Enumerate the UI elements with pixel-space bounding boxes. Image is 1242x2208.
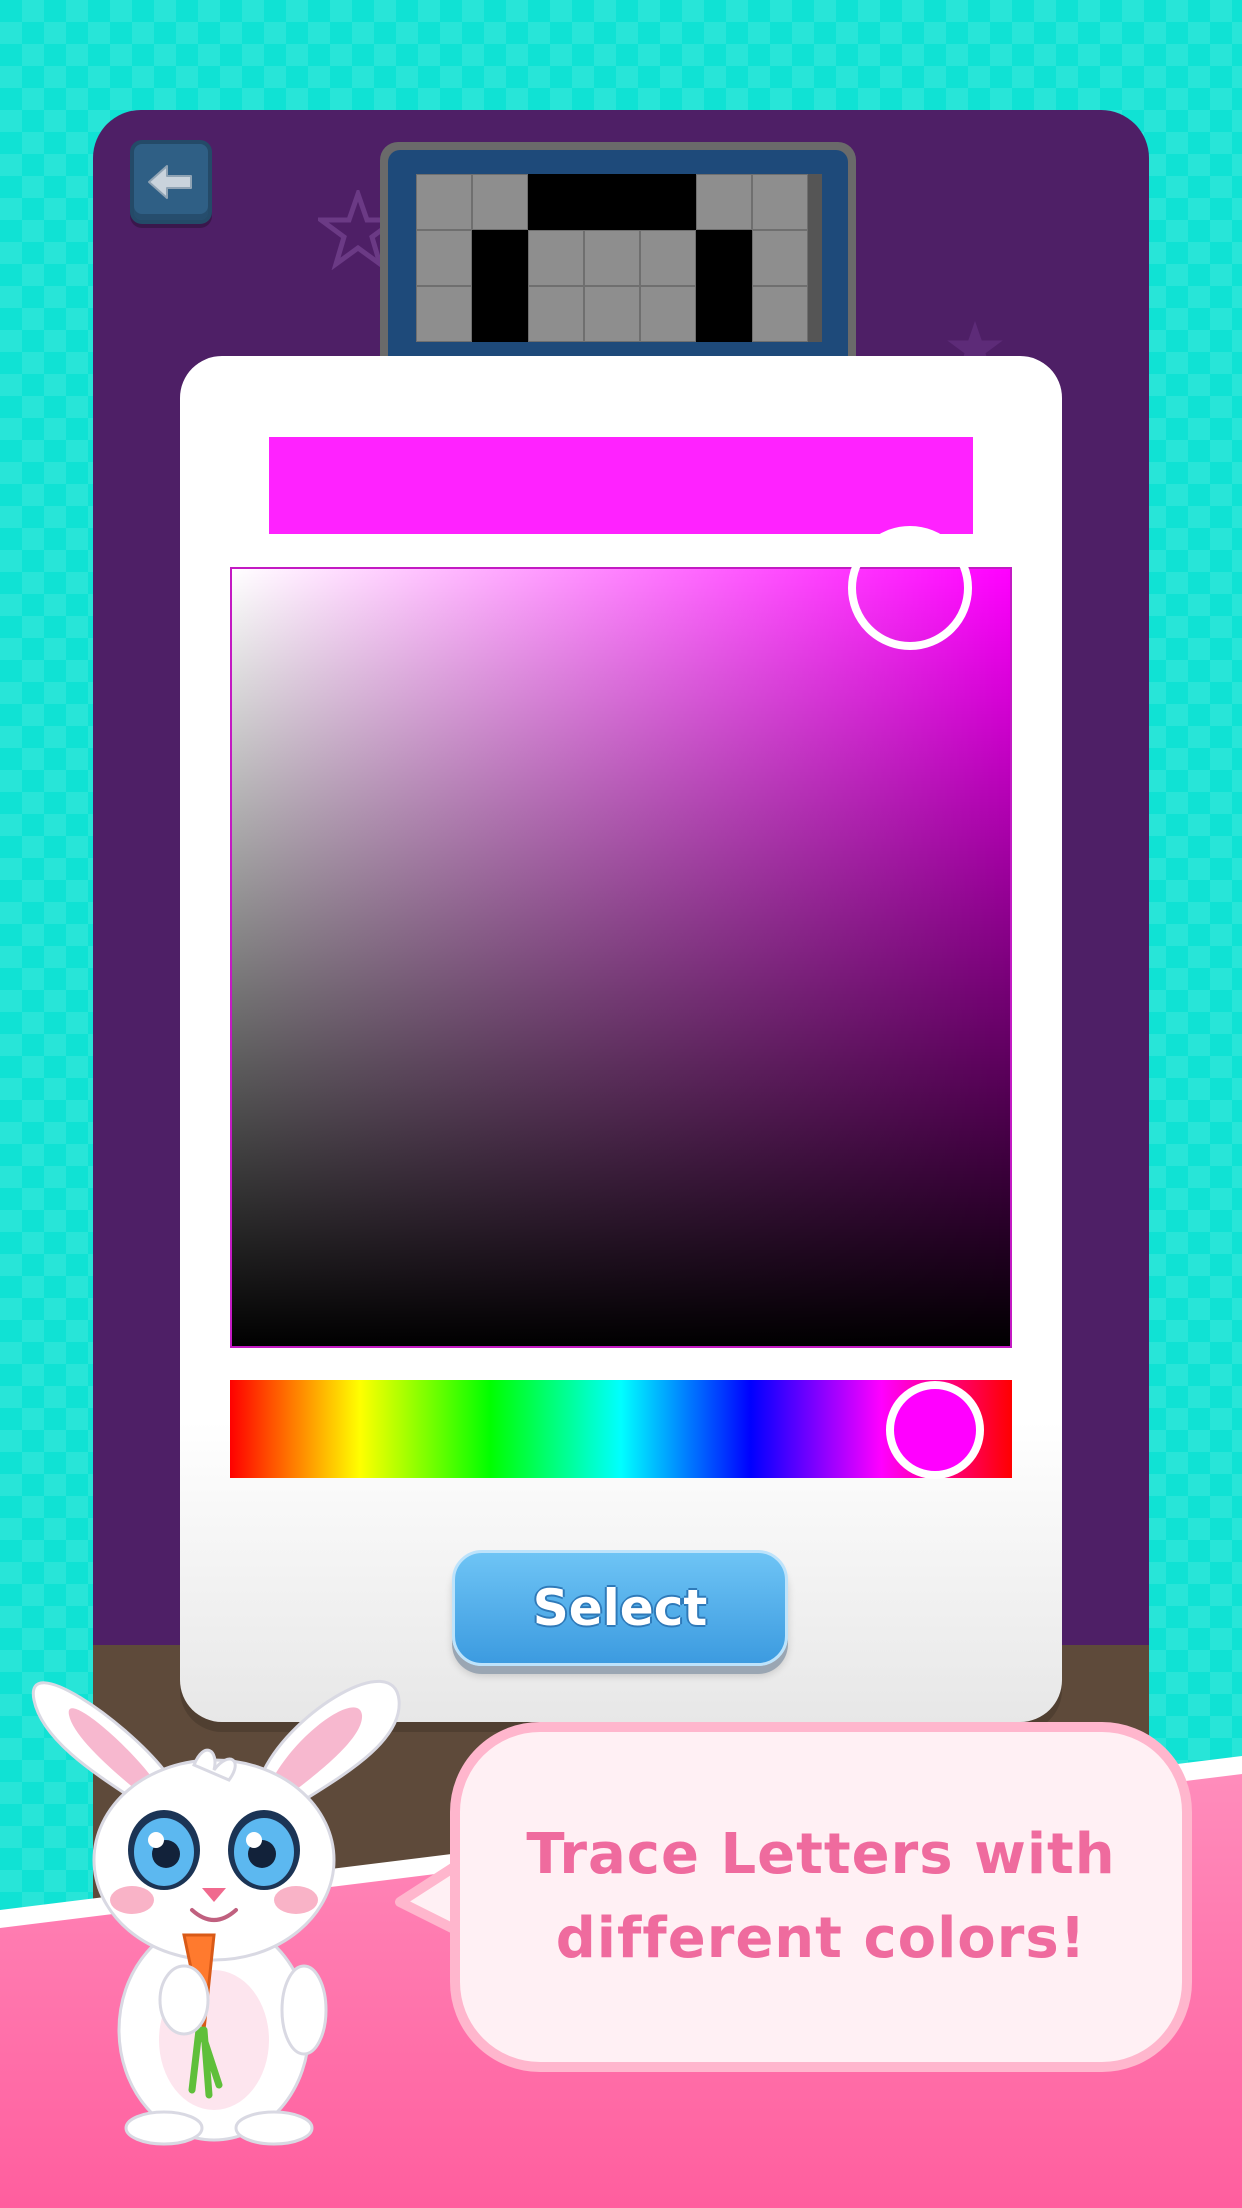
letter-grid [416,174,822,342]
letter-cell-empty[interactable] [528,286,584,342]
letter-cell-filled[interactable] [696,286,752,342]
bunny-mascot-icon [31,1679,401,2146]
letter-cell-empty[interactable] [416,174,472,230]
letter-cell-empty[interactable] [584,286,640,342]
back-button[interactable] [130,140,212,224]
letter-cell-empty[interactable] [752,174,808,230]
letter-cell-filled[interactable] [472,230,528,286]
letter-cell-filled[interactable] [472,286,528,342]
letter-cell-empty[interactable] [696,174,752,230]
letter-cell-empty[interactable] [416,286,472,342]
letter-cell-empty[interactable] [416,230,472,286]
letter-cell-filled[interactable] [584,174,640,230]
saturation-value-picker[interactable] [230,567,1012,1348]
letter-cell-empty[interactable] [752,286,808,342]
speech-text-line-1: Trace Letters with [526,1822,1116,1887]
letter-cell-empty[interactable] [640,286,696,342]
letter-cell-filled[interactable] [528,174,584,230]
letter-cell-empty[interactable] [584,230,640,286]
letter-preview-frame [380,142,856,372]
letter-cell-empty[interactable] [472,174,528,230]
speech-bubble: Trace Letters with different colors! [450,1722,1192,2072]
letter-cell-filled[interactable] [640,174,696,230]
letter-cell-empty[interactable] [528,230,584,286]
letter-cell-empty[interactable] [752,230,808,286]
arrow-left-icon [148,165,192,199]
letter-cell-empty[interactable] [640,230,696,286]
letter-cell-filled[interactable] [696,230,752,286]
hue-slider-handle[interactable] [886,1381,984,1479]
selected-color-preview [269,437,973,534]
select-button[interactable]: Select [452,1550,788,1666]
speech-text-line-2: different colors! [555,1906,1087,1971]
saturation-value-handle[interactable] [848,526,972,650]
